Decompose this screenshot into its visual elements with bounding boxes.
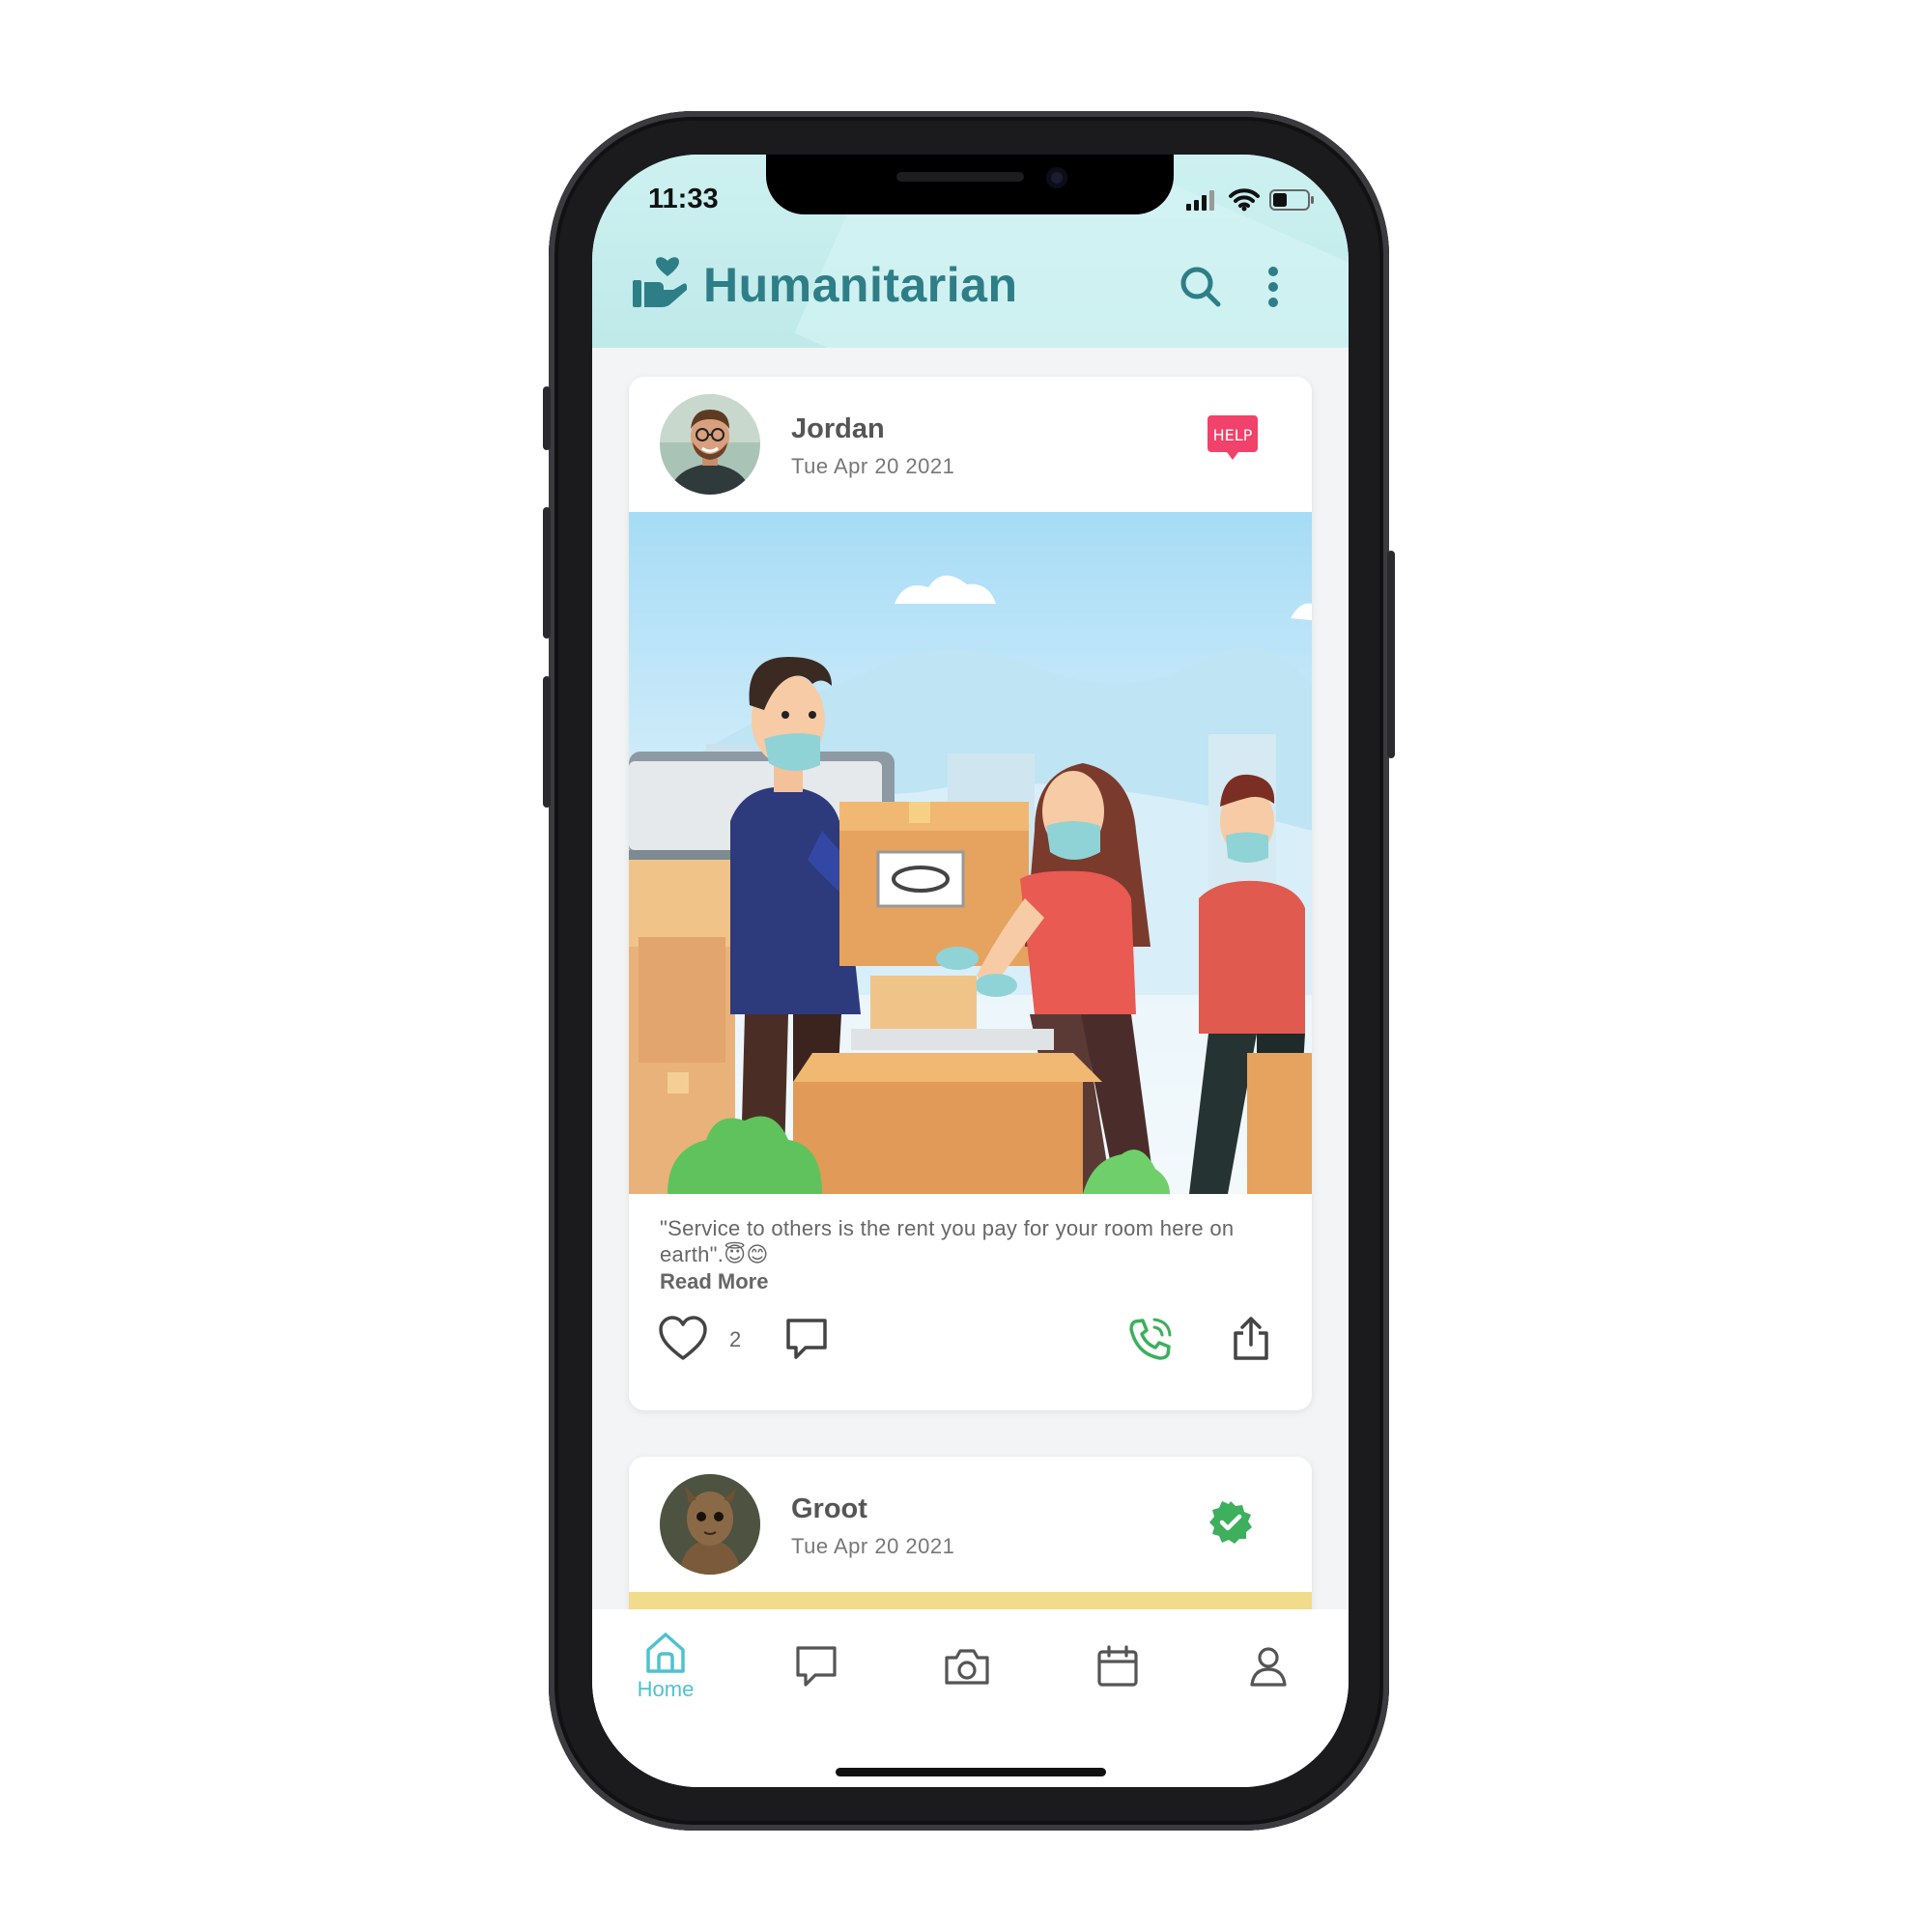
more-vertical-icon xyxy=(1268,267,1278,307)
search-button[interactable] xyxy=(1177,263,1225,311)
tab-camera[interactable] xyxy=(909,1644,1025,1721)
power-button xyxy=(1387,551,1395,758)
silent-switch xyxy=(543,386,551,450)
post-card: Groot Tue Apr 20 2021 xyxy=(629,1457,1312,1609)
share-icon xyxy=(1234,1317,1268,1360)
app-header: Humanitarian xyxy=(592,240,1349,336)
home-icon xyxy=(646,1633,685,1673)
profile-icon xyxy=(1250,1647,1287,1687)
like-button[interactable] xyxy=(656,1312,710,1366)
author-name[interactable]: Jordan xyxy=(791,413,885,445)
top-bar: 11:33 Humanitarian xyxy=(592,155,1349,348)
front-camera xyxy=(1046,167,1067,188)
tab-chat[interactable] xyxy=(758,1644,874,1721)
post-header: Groot Tue Apr 20 2021 xyxy=(629,1457,1312,1592)
volunteers-illustration xyxy=(629,512,1312,1194)
volume-up-button xyxy=(543,507,551,639)
avatar-image xyxy=(660,1474,760,1575)
more-options-button[interactable] xyxy=(1249,263,1297,311)
phone-screen: 11:33 Humanitarian Jordan Tue Apr 20 202… xyxy=(592,155,1349,1787)
call-button[interactable] xyxy=(1123,1312,1178,1366)
verified-icon xyxy=(1209,1501,1252,1544)
phone-call-icon xyxy=(1129,1318,1172,1360)
help-badge-label: HELP xyxy=(1213,426,1253,444)
post-image[interactable] xyxy=(629,1592,1312,1609)
notch xyxy=(766,155,1174,214)
like-count: 2 xyxy=(729,1327,742,1351)
bottom-tab-bar: Home xyxy=(592,1609,1349,1787)
home-indicator[interactable] xyxy=(836,1768,1106,1776)
post-date: Tue Apr 20 2021 xyxy=(791,1534,955,1558)
comment-icon xyxy=(786,1319,827,1359)
signal-icon xyxy=(1186,190,1214,211)
tab-calendar[interactable] xyxy=(1060,1644,1176,1721)
hand-heart-logo-icon xyxy=(633,257,687,307)
search-icon xyxy=(1180,267,1221,307)
camera-icon xyxy=(945,1649,989,1685)
heart-icon xyxy=(659,1316,707,1360)
status-icons xyxy=(1186,187,1316,213)
volume-down-button xyxy=(543,676,551,808)
avatar[interactable] xyxy=(660,1474,760,1575)
battery-icon xyxy=(1269,189,1314,211)
share-button[interactable] xyxy=(1224,1312,1278,1366)
post-image[interactable] xyxy=(629,512,1312,1194)
feed[interactable]: Jordan Tue Apr 20 2021 HELP "Service to … xyxy=(592,348,1349,1609)
tab-home[interactable]: Home xyxy=(608,1631,724,1708)
help-badge: HELP xyxy=(1208,415,1258,467)
post-actions: 2 xyxy=(629,1294,1312,1397)
post-caption: "Service to others is the rent you pay f… xyxy=(660,1216,1235,1266)
verified-badge xyxy=(1208,1499,1254,1550)
comment-button[interactable] xyxy=(780,1312,834,1366)
avatar-image xyxy=(660,394,760,495)
avatar[interactable] xyxy=(660,394,760,495)
app-title: Humanitarian xyxy=(703,258,1018,312)
calendar-icon xyxy=(1097,1645,1138,1687)
earpiece xyxy=(896,172,1024,182)
read-more-link[interactable]: Read More xyxy=(629,1267,1312,1294)
chat-icon xyxy=(796,1646,837,1687)
tab-profile[interactable] xyxy=(1210,1644,1326,1721)
status-time: 11:33 xyxy=(648,184,719,214)
post-header: Jordan Tue Apr 20 2021 HELP xyxy=(629,377,1312,512)
author-name[interactable]: Groot xyxy=(791,1493,867,1525)
post-date: Tue Apr 20 2021 xyxy=(791,454,955,478)
post-card: Jordan Tue Apr 20 2021 HELP "Service to … xyxy=(629,377,1312,1410)
tab-home-label: Home xyxy=(637,1677,695,1701)
wifi-icon xyxy=(1229,188,1260,212)
